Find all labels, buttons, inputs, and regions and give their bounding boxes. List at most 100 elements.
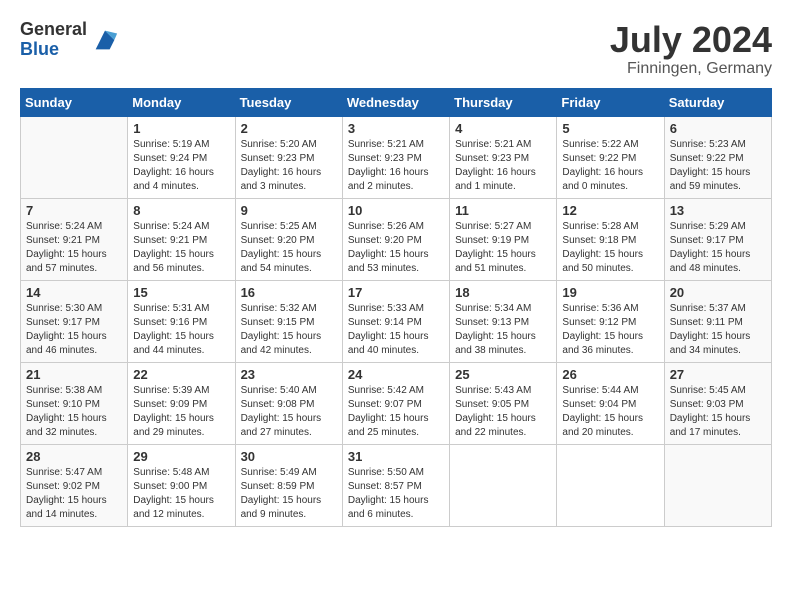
day-number: 27 <box>670 367 766 382</box>
day-number: 5 <box>562 121 658 136</box>
calendar-table: SundayMondayTuesdayWednesdayThursdayFrid… <box>20 88 772 527</box>
calendar-cell <box>557 444 664 526</box>
weekday-header-thursday: Thursday <box>450 88 557 116</box>
day-number: 17 <box>348 285 444 300</box>
day-info: Sunrise: 5:43 AMSunset: 9:05 PMDaylight:… <box>455 384 551 440</box>
day-info: Sunrise: 5:26 AMSunset: 9:20 PMDaylight:… <box>348 220 444 276</box>
day-number: 11 <box>455 203 551 218</box>
logo-icon <box>91 26 119 54</box>
day-number: 3 <box>348 121 444 136</box>
day-number: 8 <box>133 203 229 218</box>
calendar-cell: 8Sunrise: 5:24 AMSunset: 9:21 PMDaylight… <box>128 198 235 280</box>
day-number: 26 <box>562 367 658 382</box>
day-info: Sunrise: 5:39 AMSunset: 9:09 PMDaylight:… <box>133 384 229 440</box>
day-number: 6 <box>670 121 766 136</box>
day-number: 31 <box>348 449 444 464</box>
day-info: Sunrise: 5:21 AMSunset: 9:23 PMDaylight:… <box>455 138 551 194</box>
day-info: Sunrise: 5:31 AMSunset: 9:16 PMDaylight:… <box>133 302 229 358</box>
day-number: 13 <box>670 203 766 218</box>
day-info: Sunrise: 5:34 AMSunset: 9:13 PMDaylight:… <box>455 302 551 358</box>
calendar-week-row: 28 Sunrise: 5:47 AMSunset: 9:02 PMDayligh… <box>21 444 772 526</box>
weekday-header-row: SundayMondayTuesdayWednesdayThursdayFrid… <box>21 88 772 116</box>
day-info: Sunrise: 5:20 AMSunset: 9:23 PMDaylight:… <box>241 138 337 194</box>
day-info: Sunrise: 5:19 AMSunset: 9:24 PMDaylight:… <box>133 138 229 194</box>
calendar-cell: 13 Sunrise: 5:29 AMSunset: 9:17 PMDayligh… <box>664 198 771 280</box>
day-number: 18 <box>455 285 551 300</box>
calendar-cell: 25 Sunrise: 5:43 AMSunset: 9:05 PMDayligh… <box>450 362 557 444</box>
day-number: 14 <box>26 285 122 300</box>
calendar-cell: 23 Sunrise: 5:40 AMSunset: 9:08 PMDayligh… <box>235 362 342 444</box>
calendar-cell <box>450 444 557 526</box>
month-title: July 2024 <box>610 20 772 60</box>
calendar-cell: 1 Sunrise: 5:19 AMSunset: 9:24 PMDaylight… <box>128 116 235 198</box>
day-number: 9 <box>241 203 337 218</box>
weekday-header-saturday: Saturday <box>664 88 771 116</box>
day-info: Sunrise: 5:24 AMSunset: 9:21 PMDaylight:… <box>26 220 122 276</box>
day-info: Sunrise: 5:42 AMSunset: 9:07 PMDaylight:… <box>348 384 444 440</box>
day-number: 16 <box>241 285 337 300</box>
day-number: 19 <box>562 285 658 300</box>
day-info: Sunrise: 5:49 AMSunset: 8:59 PMDaylight:… <box>241 466 337 522</box>
day-info: Sunrise: 5:32 AMSunset: 9:15 PMDaylight:… <box>241 302 337 358</box>
weekday-header-monday: Monday <box>128 88 235 116</box>
weekday-header-friday: Friday <box>557 88 664 116</box>
day-info: Sunrise: 5:33 AMSunset: 9:14 PMDaylight:… <box>348 302 444 358</box>
day-info: Sunrise: 5:21 AMSunset: 9:23 PMDaylight:… <box>348 138 444 194</box>
day-info: Sunrise: 5:38 AMSunset: 9:10 PMDaylight:… <box>26 384 122 440</box>
calendar-cell: 9 Sunrise: 5:25 AMSunset: 9:20 PMDaylight… <box>235 198 342 280</box>
day-number: 2 <box>241 121 337 136</box>
title-section: July 2024 Finningen, Germany <box>610 20 772 78</box>
day-info: Sunrise: 5:36 AMSunset: 9:12 PMDaylight:… <box>562 302 658 358</box>
day-number: 22 <box>133 367 229 382</box>
calendar-cell: 22 Sunrise: 5:39 AMSunset: 9:09 PMDayligh… <box>128 362 235 444</box>
calendar-cell: 18 Sunrise: 5:34 AMSunset: 9:13 PMDayligh… <box>450 280 557 362</box>
day-info: Sunrise: 5:30 AMSunset: 9:17 PMDaylight:… <box>26 302 122 358</box>
calendar-cell: 15 Sunrise: 5:31 AMSunset: 9:16 PMDayligh… <box>128 280 235 362</box>
calendar-cell: 26 Sunrise: 5:44 AMSunset: 9:04 PMDayligh… <box>557 362 664 444</box>
calendar-cell: 10Sunrise: 5:26 AMSunset: 9:20 PMDayligh… <box>342 198 449 280</box>
calendar-cell: 31 Sunrise: 5:50 AMSunset: 8:57 PMDayligh… <box>342 444 449 526</box>
calendar-cell <box>664 444 771 526</box>
calendar-cell: 30Sunrise: 5:49 AMSunset: 8:59 PMDayligh… <box>235 444 342 526</box>
day-info: Sunrise: 5:44 AMSunset: 9:04 PMDaylight:… <box>562 384 658 440</box>
calendar-week-row: 7 Sunrise: 5:24 AMSunset: 9:21 PMDaylight… <box>21 198 772 280</box>
calendar-cell: 27Sunrise: 5:45 AMSunset: 9:03 PMDayligh… <box>664 362 771 444</box>
calendar-cell <box>21 116 128 198</box>
day-info: Sunrise: 5:22 AMSunset: 9:22 PMDaylight:… <box>562 138 658 194</box>
calendar-cell: 29Sunrise: 5:48 AMSunset: 9:00 PMDayligh… <box>128 444 235 526</box>
calendar-cell: 12Sunrise: 5:28 AMSunset: 9:18 PMDayligh… <box>557 198 664 280</box>
day-number: 7 <box>26 203 122 218</box>
calendar-cell: 11 Sunrise: 5:27 AMSunset: 9:19 PMDayligh… <box>450 198 557 280</box>
calendar-cell: 4Sunrise: 5:21 AMSunset: 9:23 PMDaylight… <box>450 116 557 198</box>
day-info: Sunrise: 5:47 AMSunset: 9:02 PMDaylight:… <box>26 466 122 522</box>
logo: General Blue <box>20 20 119 60</box>
logo-blue-text: Blue <box>20 40 87 60</box>
calendar-week-row: 1 Sunrise: 5:19 AMSunset: 9:24 PMDaylight… <box>21 116 772 198</box>
weekday-header-sunday: Sunday <box>21 88 128 116</box>
day-number: 25 <box>455 367 551 382</box>
day-info: Sunrise: 5:50 AMSunset: 8:57 PMDaylight:… <box>348 466 444 522</box>
day-info: Sunrise: 5:25 AMSunset: 9:20 PMDaylight:… <box>241 220 337 276</box>
day-info: Sunrise: 5:27 AMSunset: 9:19 PMDaylight:… <box>455 220 551 276</box>
weekday-header-tuesday: Tuesday <box>235 88 342 116</box>
day-info: Sunrise: 5:37 AMSunset: 9:11 PMDaylight:… <box>670 302 766 358</box>
day-info: Sunrise: 5:28 AMSunset: 9:18 PMDaylight:… <box>562 220 658 276</box>
day-number: 29 <box>133 449 229 464</box>
calendar-week-row: 21 Sunrise: 5:38 AMSunset: 9:10 PMDayligh… <box>21 362 772 444</box>
day-number: 23 <box>241 367 337 382</box>
day-info: Sunrise: 5:29 AMSunset: 9:17 PMDaylight:… <box>670 220 766 276</box>
calendar-cell: 6 Sunrise: 5:23 AMSunset: 9:22 PMDaylight… <box>664 116 771 198</box>
calendar-week-row: 14 Sunrise: 5:30 AMSunset: 9:17 PMDayligh… <box>21 280 772 362</box>
day-info: Sunrise: 5:40 AMSunset: 9:08 PMDaylight:… <box>241 384 337 440</box>
day-number: 1 <box>133 121 229 136</box>
calendar-cell: 21 Sunrise: 5:38 AMSunset: 9:10 PMDayligh… <box>21 362 128 444</box>
calendar-cell: 14 Sunrise: 5:30 AMSunset: 9:17 PMDayligh… <box>21 280 128 362</box>
calendar-cell: 17 Sunrise: 5:33 AMSunset: 9:14 PMDayligh… <box>342 280 449 362</box>
day-number: 21 <box>26 367 122 382</box>
calendar-cell: 5 Sunrise: 5:22 AMSunset: 9:22 PMDaylight… <box>557 116 664 198</box>
logo-general-text: General <box>20 20 87 40</box>
calendar-cell: 24Sunrise: 5:42 AMSunset: 9:07 PMDayligh… <box>342 362 449 444</box>
day-number: 15 <box>133 285 229 300</box>
day-info: Sunrise: 5:23 AMSunset: 9:22 PMDaylight:… <box>670 138 766 194</box>
day-number: 28 <box>26 449 122 464</box>
